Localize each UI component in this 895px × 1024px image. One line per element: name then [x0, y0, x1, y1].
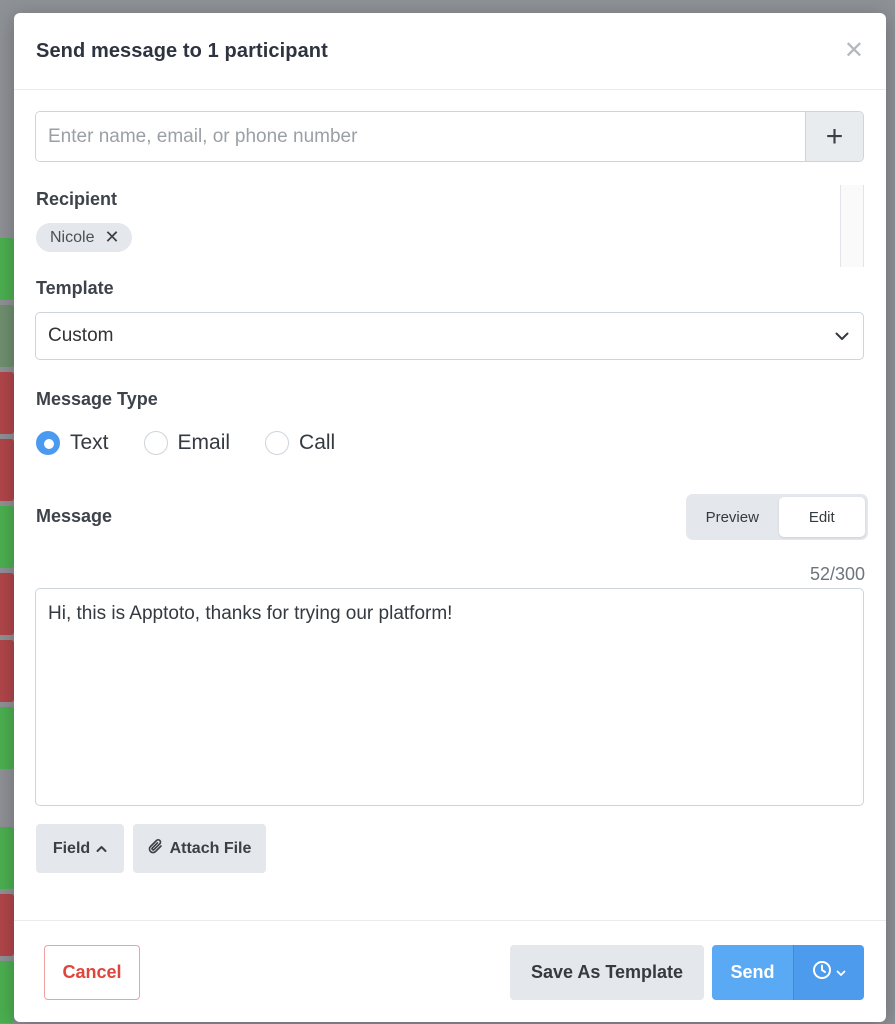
add-recipient-button[interactable]: +: [805, 112, 863, 161]
template-label: Template: [36, 278, 114, 298]
send-button[interactable]: Send: [712, 945, 793, 1000]
radio-text[interactable]: Text: [36, 431, 109, 455]
edit-button[interactable]: Edit: [778, 497, 865, 537]
recipient-scrollbar[interactable]: [840, 185, 864, 267]
modal-header: Send message to 1 participant ✕: [14, 13, 886, 90]
backdrop-band: [0, 506, 14, 568]
send-message-modal: Send message to 1 participant ✕ + Recipi…: [14, 13, 886, 1022]
backdrop-band: [0, 439, 14, 501]
radio-text-label: Text: [70, 431, 109, 454]
clock-icon: [812, 960, 832, 985]
send-button-group: Send: [712, 945, 864, 1000]
message-textarea[interactable]: [35, 588, 864, 806]
chevron-up-icon: [96, 840, 107, 858]
backdrop-band: [0, 640, 14, 702]
backdrop-band: [0, 707, 14, 769]
modal-title: Send message to 1 participant: [36, 39, 328, 62]
recipient-search-input[interactable]: [36, 112, 805, 161]
backdrop-band: [0, 827, 14, 889]
radio-email-label: Email: [177, 431, 231, 454]
message-label: Message: [36, 506, 113, 526]
backdrop-band: [0, 238, 14, 300]
backdrop-band: [0, 372, 14, 434]
chevron-down-icon: [835, 332, 849, 341]
recipient-search: +: [35, 111, 864, 162]
recipient-chip: Nicole ✕: [36, 223, 132, 252]
radio-call-label: Call: [299, 431, 336, 454]
radio-call[interactable]: Call: [265, 431, 335, 455]
character-counter: 52/300: [809, 564, 865, 584]
schedule-send-button[interactable]: [793, 945, 864, 1000]
attach-file-button[interactable]: Attach File: [133, 824, 266, 873]
close-icon[interactable]: ✕: [844, 39, 864, 63]
recipient-chip-name: Nicole: [50, 228, 95, 246]
chevron-down-icon: [836, 964, 846, 982]
modal-footer: Cancel Save As Template Send: [14, 920, 886, 1022]
remove-recipient-icon[interactable]: ✕: [104, 227, 119, 248]
radio-call-input[interactable]: [265, 431, 290, 455]
save-as-template-button[interactable]: Save As Template: [510, 945, 704, 1000]
radio-text-input[interactable]: [36, 431, 60, 455]
paperclip-icon: [148, 838, 164, 860]
attach-file-label: Attach File: [169, 839, 252, 857]
message-type-radio-group: Text Email Call: [36, 431, 370, 455]
radio-email[interactable]: Email: [143, 431, 231, 455]
cancel-button[interactable]: Cancel: [44, 945, 140, 1000]
field-button-label: Field: [52, 839, 91, 857]
preview-edit-toggle: Preview Edit: [686, 494, 868, 540]
radio-email-input[interactable]: [143, 431, 168, 455]
message-type-label: Message Type: [36, 389, 158, 409]
field-button[interactable]: Field: [36, 824, 124, 873]
backdrop-band: [0, 573, 14, 635]
preview-button[interactable]: Preview: [689, 497, 776, 537]
backdrop-band: [0, 961, 14, 1023]
template-select[interactable]: Custom: [35, 312, 864, 360]
template-select-value: Custom: [48, 325, 114, 346]
backdrop-band: [0, 305, 14, 367]
recipient-label: Recipient: [36, 189, 118, 209]
backdrop-band: [0, 894, 14, 956]
